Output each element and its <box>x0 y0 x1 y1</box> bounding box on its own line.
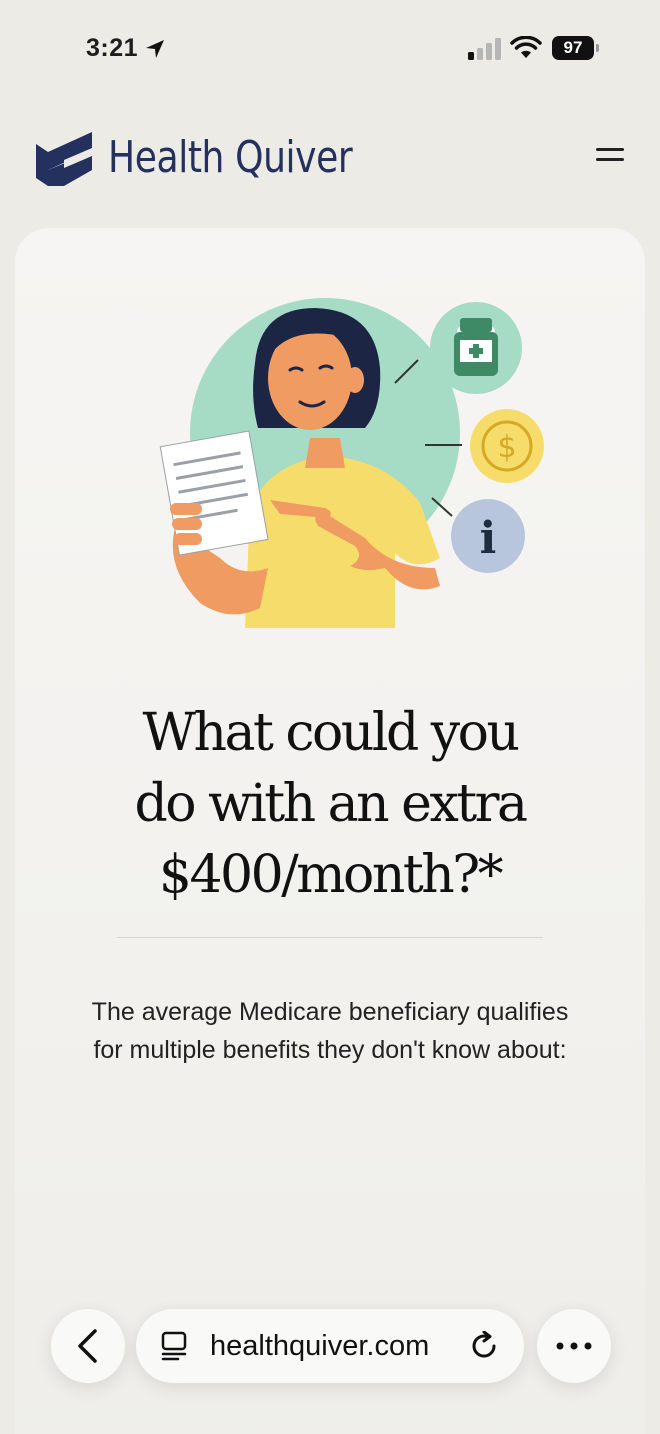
more-button[interactable] <box>537 1309 611 1383</box>
headline-line-2: do with an extra <box>134 774 528 834</box>
menu-line <box>596 148 624 151</box>
battery-icon: 97 <box>552 36 600 60</box>
woman-reading-document-illustration: $ i <box>159 298 544 628</box>
address-bar[interactable]: healthquiver.com <box>136 1309 524 1383</box>
divider <box>117 937 543 938</box>
back-button[interactable] <box>51 1309 125 1383</box>
status-time: 3:21 <box>86 34 139 62</box>
more-icon <box>556 1342 592 1350</box>
hamburger-menu-icon[interactable] <box>596 148 628 168</box>
hero-card: $ i What could you do with an extra $400… <box>15 228 645 1434</box>
svg-text:$: $ <box>497 430 516 465</box>
menu-line <box>596 158 624 161</box>
subtext-line-2: for multiple benefits they don't know ab… <box>93 1036 567 1064</box>
battery-tip <box>596 44 599 52</box>
hero-subtext: The average Medicare beneficiary qualifi… <box>15 993 645 1069</box>
back-icon <box>78 1329 97 1363</box>
reload-icon[interactable] <box>470 1331 500 1361</box>
site-header: Health Quiver <box>0 120 660 200</box>
headline-line-1: What could you <box>142 703 520 763</box>
reader-mode-icon[interactable] <box>160 1331 188 1361</box>
brand-name[interactable]: Health Quiver <box>108 132 353 183</box>
health-quiver-logo-icon[interactable] <box>34 130 94 190</box>
svg-text:i: i <box>480 513 497 564</box>
url-text[interactable]: healthquiver.com <box>210 1330 429 1363</box>
status-bar: 3:21 97 <box>0 0 660 96</box>
cellular-signal-icon <box>468 38 501 60</box>
subtext-line-1: The average Medicare beneficiary qualifi… <box>91 998 569 1026</box>
wifi-icon <box>510 36 542 58</box>
hero-headline: What could you do with an extra $400/mon… <box>15 698 645 911</box>
headline-line-3: $400/month?* <box>158 845 504 905</box>
location-arrow-icon <box>146 40 164 58</box>
browser-toolbar: healthquiver.com <box>0 1306 660 1386</box>
battery-level: 97 <box>552 36 594 60</box>
